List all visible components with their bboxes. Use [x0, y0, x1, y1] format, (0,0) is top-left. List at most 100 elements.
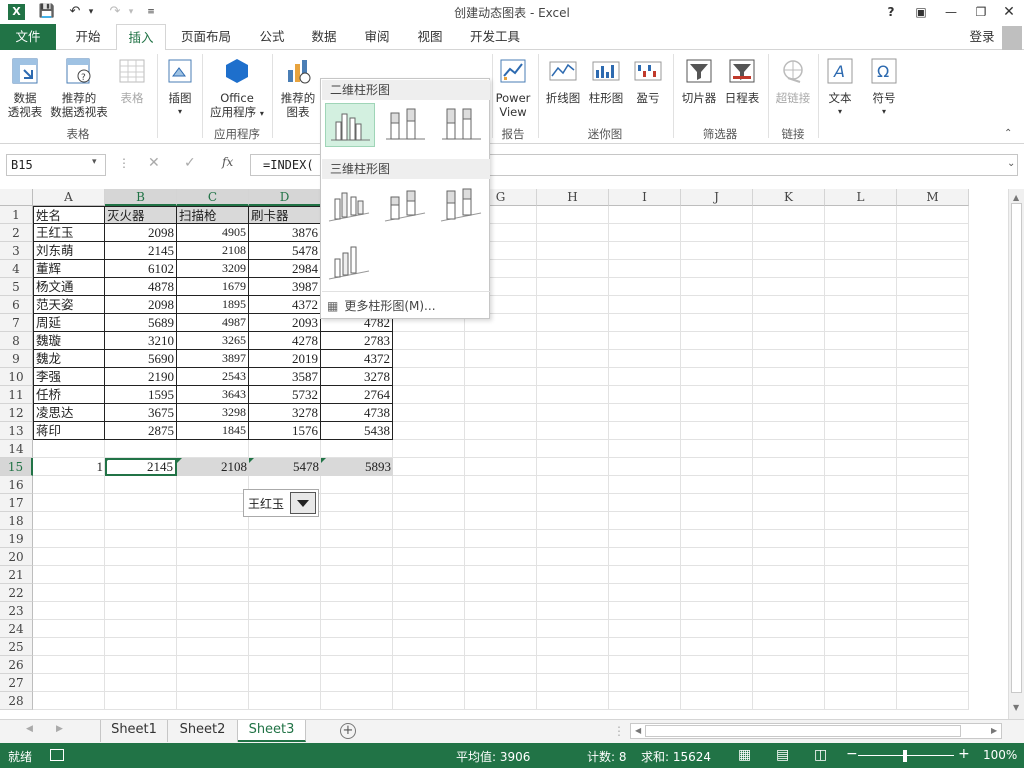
horizontal-scrollbar[interactable]: ◀ ▶ [630, 723, 1002, 739]
cell[interactable]: 2764 [321, 386, 393, 404]
row-header[interactable]: 18 [0, 512, 33, 530]
scroll-up-icon[interactable]: ▲ [1013, 193, 1019, 202]
cell[interactable]: 2098 [105, 224, 177, 242]
zoom-out-icon[interactable]: − [846, 746, 858, 762]
restore-button[interactable]: ❐ [970, 2, 992, 22]
column-header[interactable]: I [609, 189, 681, 206]
cell[interactable]: 4738 [321, 404, 393, 422]
help-button[interactable]: ? [880, 2, 902, 22]
vertical-scrollbar[interactable]: ▲ ▼ [1008, 189, 1024, 719]
cell[interactable]: 1 [33, 458, 105, 476]
cell[interactable]: 3897 [177, 350, 249, 368]
tab-formulas[interactable]: 公式 [250, 24, 294, 50]
cell[interactable]: 1845 [177, 422, 249, 440]
cell[interactable]: 4372 [321, 350, 393, 368]
row-header[interactable]: 27 [0, 674, 33, 692]
cell[interactable]: 3265 [177, 332, 249, 350]
column-header[interactable]: D [249, 189, 321, 206]
scroll-tabs-left-icon[interactable]: ◀ [26, 724, 33, 734]
scroll-down-icon[interactable]: ▼ [1013, 703, 1019, 712]
sheet-tab-sheet1[interactable]: Sheet1 [100, 720, 168, 742]
new-sheet-icon[interactable]: + [340, 723, 356, 739]
cell[interactable]: 1595 [105, 386, 177, 404]
3d-percent-stacked-column-option[interactable] [437, 183, 487, 227]
row-header[interactable]: 3 [0, 242, 33, 260]
row-header[interactable]: 19 [0, 530, 33, 548]
row-header[interactable]: 4 [0, 260, 33, 278]
cell[interactable]: 3987 [249, 278, 321, 296]
row-header[interactable]: 8 [0, 332, 33, 350]
page-layout-view-icon[interactable]: ▤ [776, 747, 789, 763]
cell[interactable]: 3278 [249, 404, 321, 422]
column-header[interactable]: A [33, 189, 105, 206]
macro-record-icon[interactable] [50, 749, 64, 761]
scroll-tabs-right-icon[interactable]: ▶ [56, 724, 63, 734]
cell[interactable]: 董辉 [33, 260, 105, 278]
column-header[interactable]: H [537, 189, 609, 206]
cell[interactable]: 灭火器 [105, 206, 177, 224]
cell[interactable]: 2783 [321, 332, 393, 350]
cell[interactable]: 2145 [105, 242, 177, 260]
cell[interactable]: 扫描枪 [177, 206, 249, 224]
stacked-column-option[interactable] [381, 103, 431, 147]
cell[interactable]: 蒋印 [33, 422, 105, 440]
hyperlink-button[interactable]: 超链接 [772, 56, 814, 105]
row-header[interactable]: 26 [0, 656, 33, 674]
cell[interactable]: 3298 [177, 404, 249, 422]
cell[interactable]: 5478 [249, 458, 321, 476]
cell[interactable]: 2875 [105, 422, 177, 440]
zoom-level[interactable]: 100% [983, 748, 1017, 762]
collapse-ribbon-icon[interactable]: ⌃ [1004, 128, 1012, 139]
row-header[interactable]: 2 [0, 224, 33, 242]
tab-page-layout[interactable]: 页面布局 [174, 24, 238, 50]
cell[interactable]: 2019 [249, 350, 321, 368]
cell[interactable]: 杨文通 [33, 278, 105, 296]
tab-split-icon[interactable]: ⋮ [613, 724, 625, 738]
row-header[interactable]: 16 [0, 476, 33, 494]
cell[interactable]: 3675 [105, 404, 177, 422]
slicer-button[interactable]: 切片器 [678, 56, 720, 105]
row-header[interactable]: 12 [0, 404, 33, 422]
user-avatar[interactable] [1002, 26, 1022, 50]
expand-formula-icon[interactable]: ⌄ [1007, 158, 1015, 169]
cell[interactable]: 2098 [105, 296, 177, 314]
name-box[interactable]: B15 [6, 154, 106, 176]
cell[interactable]: 2543 [177, 368, 249, 386]
cell[interactable]: 5689 [105, 314, 177, 332]
row-header[interactable]: 15 [0, 458, 33, 476]
insert-function-icon[interactable]: fx [222, 155, 233, 169]
cell[interactable]: 凌思达 [33, 404, 105, 422]
cell[interactable]: 刷卡器 [249, 206, 321, 224]
row-header[interactable]: 20 [0, 548, 33, 566]
cell[interactable]: 5690 [105, 350, 177, 368]
select-all-button[interactable] [0, 189, 33, 206]
scroll-left-icon[interactable]: ◀ [635, 726, 641, 735]
cell[interactable]: 王红玉 [33, 224, 105, 242]
close-button[interactable]: ✕ [998, 2, 1020, 22]
column-header[interactable]: M [897, 189, 969, 206]
text-button[interactable]: A 文本 ▾ [822, 56, 858, 119]
vertical-scroll-thumb[interactable] [1011, 203, 1022, 693]
cell[interactable]: 2984 [249, 260, 321, 278]
tab-view[interactable]: 视图 [408, 24, 452, 50]
more-column-charts-item[interactable]: ▦ 更多柱形图(M)... [327, 297, 436, 314]
row-header[interactable]: 9 [0, 350, 33, 368]
name-combo-box[interactable]: 王红玉 [243, 489, 319, 517]
sparkline-column-button[interactable]: 柱形图 [586, 56, 626, 105]
row-header[interactable]: 21 [0, 566, 33, 584]
row-header[interactable]: 6 [0, 296, 33, 314]
cancel-icon[interactable]: ✕ [148, 155, 160, 171]
cell[interactable]: 6102 [105, 260, 177, 278]
cell[interactable]: 4905 [177, 224, 249, 242]
row-header[interactable]: 25 [0, 638, 33, 656]
cell[interactable]: 2190 [105, 368, 177, 386]
column-header[interactable]: B [105, 189, 177, 206]
table-button[interactable]: 表格 [114, 56, 150, 105]
name-box-dropdown-icon[interactable]: ▾ [92, 157, 97, 167]
cell[interactable]: 2108 [177, 458, 249, 476]
cell[interactable]: 1679 [177, 278, 249, 296]
cell[interactable]: 3587 [249, 368, 321, 386]
horizontal-scroll-thumb[interactable] [645, 725, 961, 737]
tab-home[interactable]: 开始 [66, 24, 110, 50]
cell[interactable]: 1895 [177, 296, 249, 314]
